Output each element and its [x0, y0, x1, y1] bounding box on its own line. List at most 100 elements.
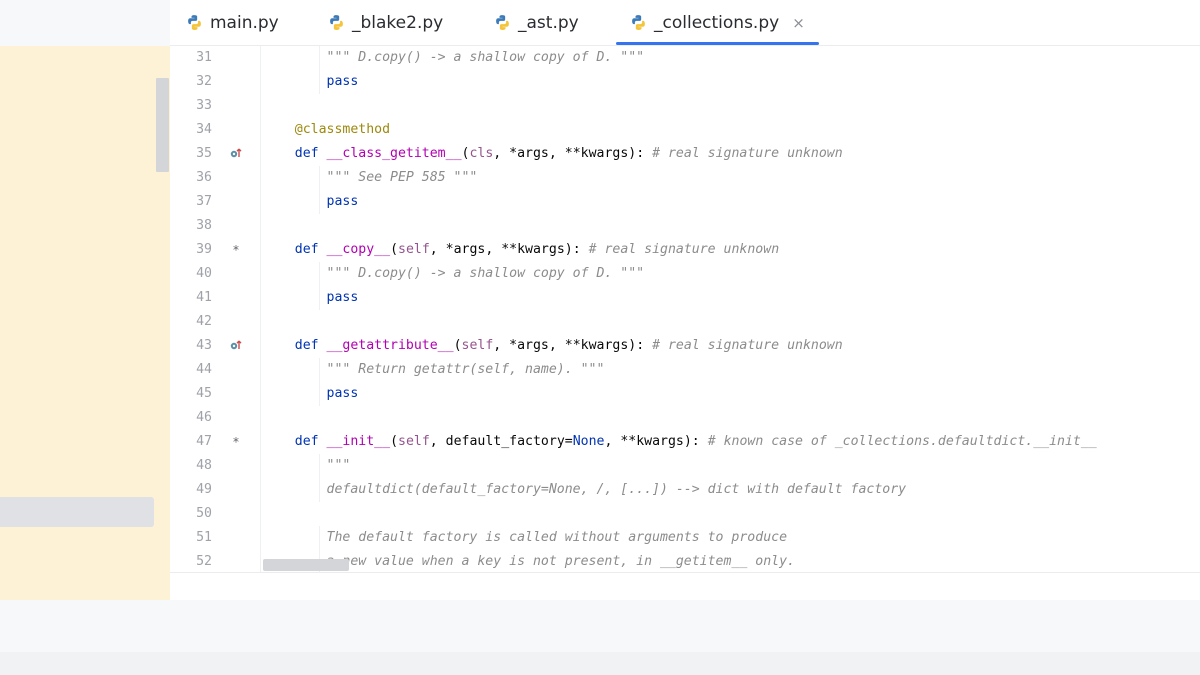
- code-token: pass: [263, 386, 359, 401]
- line-number: 43: [196, 338, 212, 353]
- code-token: The default factory is called without ar…: [263, 530, 788, 545]
- code-text: pass: [263, 286, 359, 310]
- code-line[interactable]: 31 """ D.copy() -> a shallow copy of D. …: [170, 46, 1200, 70]
- code-token: __init__: [326, 434, 391, 449]
- line-number: 48: [196, 458, 212, 473]
- code-line[interactable]: 46: [170, 406, 1200, 430]
- status-bar: [0, 652, 1200, 675]
- code-token: pass: [263, 290, 359, 305]
- code-line[interactable]: 50: [170, 502, 1200, 526]
- line-number: 45: [196, 386, 212, 401]
- code-token: """ See PEP 585 """: [263, 170, 478, 185]
- code-line[interactable]: 37 pass: [170, 190, 1200, 214]
- line-number: 36: [196, 170, 212, 185]
- code-text: """ D.copy() -> a shallow copy of D. """: [263, 46, 645, 70]
- horizontal-scrollbar-thumb[interactable]: [263, 559, 349, 571]
- tab-label: _collections.py: [654, 12, 780, 33]
- tab-collections-py[interactable]: _collections.py ×: [616, 0, 819, 45]
- line-number: 44: [196, 362, 212, 377]
- line-number: 40: [196, 266, 212, 281]
- code-token: (: [390, 242, 399, 257]
- asterisk-marker[interactable]: *: [228, 238, 244, 262]
- code-line[interactable]: 34 @classmethod: [170, 118, 1200, 142]
- line-number: 32: [196, 74, 212, 89]
- project-tree-selected-row[interactable]: [0, 497, 154, 527]
- code-text: def __getattribute__(self, *args, **kwar…: [263, 334, 843, 358]
- close-icon[interactable]: ×: [792, 14, 805, 32]
- code-token: __class_getitem__: [326, 146, 462, 161]
- code-token: pass: [263, 194, 359, 209]
- code-token: def: [263, 146, 327, 161]
- tab-label: _blake2.py: [352, 12, 444, 33]
- code-text: """ D.copy() -> a shallow copy of D. """: [263, 262, 645, 286]
- code-line[interactable]: 40 """ D.copy() -> a shallow copy of D. …: [170, 262, 1200, 286]
- code-editor[interactable]: 31 """ D.copy() -> a shallow copy of D. …: [170, 46, 1200, 572]
- code-token: def: [263, 242, 327, 257]
- line-number: 50: [196, 506, 212, 521]
- code-token: def: [263, 434, 327, 449]
- asterisk-marker[interactable]: *: [228, 430, 244, 454]
- line-number: 33: [196, 98, 212, 113]
- code-text: The default factory is called without ar…: [263, 526, 788, 550]
- code-line[interactable]: 48 """: [170, 454, 1200, 478]
- code-text: pass: [263, 190, 359, 214]
- python-file-icon: [188, 15, 201, 30]
- code-line[interactable]: 39 * def __copy__(self, *args, **kwargs):…: [170, 238, 1200, 262]
- code-token: , *args, **kwargs):: [493, 146, 653, 161]
- code-text: """: [263, 454, 351, 478]
- code-text: def __copy__(self, *args, **kwargs): # r…: [263, 238, 779, 262]
- code-text: pass: [263, 382, 359, 406]
- override-marker-icon[interactable]: [228, 142, 244, 166]
- python-file-icon: [496, 15, 509, 30]
- code-token: pass: [263, 74, 359, 89]
- line-number: 39: [196, 242, 212, 257]
- code-line[interactable]: 43 def __getattribute__(self, *args, **k…: [170, 334, 1200, 358]
- code-line[interactable]: 42: [170, 310, 1200, 334]
- tab-label: _ast.py: [518, 12, 579, 33]
- code-line[interactable]: 36 """ See PEP 585 """: [170, 166, 1200, 190]
- tab-ast-py[interactable]: _ast.py: [494, 0, 579, 45]
- code-token: def: [263, 338, 327, 353]
- code-line[interactable]: 47 * def __init__(self, default_factory=N…: [170, 430, 1200, 454]
- line-number: 38: [196, 218, 212, 233]
- code-token: self: [398, 242, 430, 257]
- tab-blake2-py[interactable]: _blake2.py: [328, 0, 443, 45]
- project-scrollbar-thumb[interactable]: [156, 78, 169, 172]
- code-token: defaultdict(default_factory=None, /, [..…: [263, 482, 907, 497]
- code-line[interactable]: 41 pass: [170, 286, 1200, 310]
- tab-label: main.py: [210, 12, 279, 33]
- line-number: 34: [196, 122, 212, 137]
- code-token: , *args, **kwargs):: [429, 242, 589, 257]
- code-text: defaultdict(default_factory=None, /, [..…: [263, 478, 907, 502]
- code-line[interactable]: 44 """ Return getattr(self, name). """: [170, 358, 1200, 382]
- python-file-icon: [632, 15, 645, 30]
- line-number: 51: [196, 530, 212, 545]
- code-token: # known case of _collections.defaultdict…: [707, 434, 1097, 449]
- code-line[interactable]: 33: [170, 94, 1200, 118]
- python-file-icon: [330, 15, 343, 30]
- project-header: [0, 0, 170, 46]
- code-line[interactable]: 45 pass: [170, 382, 1200, 406]
- line-number: 46: [196, 410, 212, 425]
- tab-main-py[interactable]: main.py: [186, 0, 279, 45]
- code-line[interactable]: 38: [170, 214, 1200, 238]
- code-token: __copy__: [326, 242, 391, 257]
- code-text: pass: [263, 70, 359, 94]
- tool-window-area: [0, 600, 1200, 652]
- line-number: 41: [196, 290, 212, 305]
- line-number: 35: [196, 146, 212, 161]
- code-text: """ See PEP 585 """: [263, 166, 478, 190]
- line-number: 49: [196, 482, 212, 497]
- code-line[interactable]: 49 defaultdict(default_factory=None, /, …: [170, 478, 1200, 502]
- code-token: """: [263, 458, 351, 473]
- code-token: @classmethod: [263, 122, 391, 137]
- code-text: """ Return getattr(self, name). """: [263, 358, 605, 382]
- code-line[interactable]: 51 The default factory is called without…: [170, 526, 1200, 550]
- code-token: self: [461, 338, 494, 353]
- code-line[interactable]: 32 pass: [170, 70, 1200, 94]
- code-token: , default_factory=: [429, 434, 573, 449]
- code-line[interactable]: 35 def __class_getitem__(cls, *args, **k…: [170, 142, 1200, 166]
- override-marker-icon[interactable]: [228, 334, 244, 358]
- code-text: def __init__(self, default_factory=None,…: [263, 430, 1097, 454]
- code-token: , **kwargs):: [604, 434, 708, 449]
